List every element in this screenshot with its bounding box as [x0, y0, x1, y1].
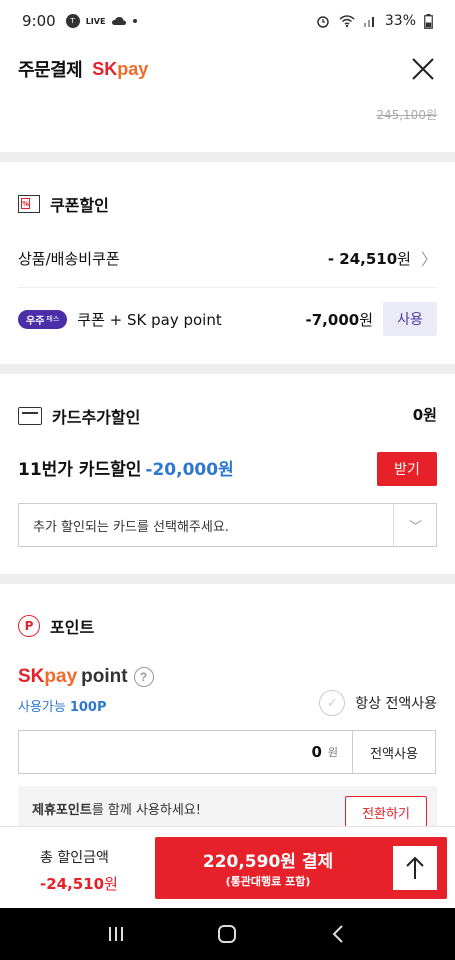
- total-discount-label: 총 할인금액: [40, 850, 109, 866]
- clipped-product-row: 245,100원: [0, 88, 455, 126]
- card-extra-value-row: 0원: [377, 404, 437, 425]
- close-icon: [412, 58, 434, 80]
- product-coupon-value: - 24,510: [327, 249, 398, 268]
- card-select-placeholder: 추가 할인되는 카드를 선택해주세요.: [33, 519, 229, 535]
- home-icon[interactable]: [216, 923, 238, 945]
- card-discount-label: 11번가 카드할인 -20,000원: [18, 460, 234, 480]
- section-divider: [0, 574, 455, 584]
- woojoo-pass-badge: 우주 패스: [18, 309, 68, 329]
- section-divider: [0, 152, 455, 162]
- arrow-up-icon: [406, 856, 424, 879]
- back-icon[interactable]: [328, 923, 350, 945]
- chevron-right-icon: 〉: [420, 250, 437, 269]
- close-button[interactable]: [409, 55, 437, 83]
- coupon-icon: %: [18, 195, 40, 213]
- system-nav-bar: [0, 908, 455, 960]
- row-divider: [18, 287, 437, 288]
- alarm-icon: [317, 16, 329, 28]
- point-input-value: 0: [311, 743, 322, 761]
- signal-icon: [363, 17, 374, 27]
- sk-coupon-label: 쿠폰 + SK pay point: [77, 310, 222, 329]
- partner-point-banner: 제휴포인트 를 함께 사용하세요! 전환하기: [18, 786, 437, 830]
- notification-dot-icon: [133, 19, 138, 23]
- sk-coupon-row: 우주 패스 쿠폰 + SK pay point -7,000원 사용: [18, 302, 437, 336]
- product-coupon-row[interactable]: 상품/배송비쿠폰 - 24,510원 〉: [18, 246, 437, 270]
- original-price: 245,100원: [376, 108, 437, 122]
- scroll-top-button[interactable]: [393, 846, 437, 890]
- use-button[interactable]: 사용: [383, 302, 437, 336]
- chevron-down-icon: ﹀: [408, 520, 422, 535]
- skpay-logo: SKpay: [92, 58, 149, 79]
- skpay-point-logo: SK pay point ?: [18, 666, 154, 688]
- available-points: 사용가능 100P: [18, 700, 107, 715]
- status-time: 9:00: [22, 12, 56, 30]
- cloud-icon: [112, 17, 127, 25]
- talk-icon: T: [65, 14, 80, 28]
- coupon-section-title: % 쿠폰할인: [18, 192, 109, 216]
- pay-button[interactable]: 220,590원 결제 (통관대행료 포함): [155, 837, 447, 899]
- help-icon[interactable]: ?: [133, 667, 154, 687]
- receive-button[interactable]: 받기: [377, 452, 437, 486]
- use-all-button[interactable]: 전액사용: [352, 730, 436, 774]
- status-bar: 9:00 T LIVE 33%: [0, 0, 455, 42]
- card-section-title: 카드추가할인: [18, 404, 140, 428]
- battery-text: 33%: [384, 13, 416, 29]
- page-title: 주문결제: [18, 60, 83, 81]
- recent-apps-icon[interactable]: [105, 923, 127, 945]
- live-icon: LIVE: [85, 16, 106, 26]
- sk-coupon-value: -7,000: [305, 310, 360, 329]
- convert-button[interactable]: 전환하기: [345, 796, 427, 828]
- battery-icon: [424, 13, 433, 29]
- card-icon: [18, 407, 42, 425]
- total-discount-value: -24,510원: [40, 875, 118, 893]
- point-icon: P: [18, 615, 40, 637]
- point-section-title: P 포인트: [18, 614, 94, 638]
- point-input[interactable]: 0 원: [18, 730, 352, 774]
- pay-button-label: 220,590원 결제: [202, 852, 334, 872]
- card-discount-amount: -20,000원: [145, 460, 234, 480]
- bottom-pay-bar: 총 할인금액 -24,510원 220,590원 결제 (통관대행료 포함): [0, 826, 455, 908]
- product-coupon-label: 상품/배송비쿠폰: [18, 249, 120, 268]
- check-icon: ✓: [319, 690, 346, 716]
- wifi-icon: [339, 15, 355, 28]
- section-divider: [0, 364, 455, 374]
- always-use-all-toggle[interactable]: ✓ 항상 전액사용: [319, 690, 437, 716]
- card-select[interactable]: 추가 할인되는 카드를 선택해주세요. ﹀: [18, 503, 437, 547]
- pay-button-sublabel: (통관대행료 포함): [225, 875, 311, 888]
- card-extra-value: 0원: [412, 406, 437, 424]
